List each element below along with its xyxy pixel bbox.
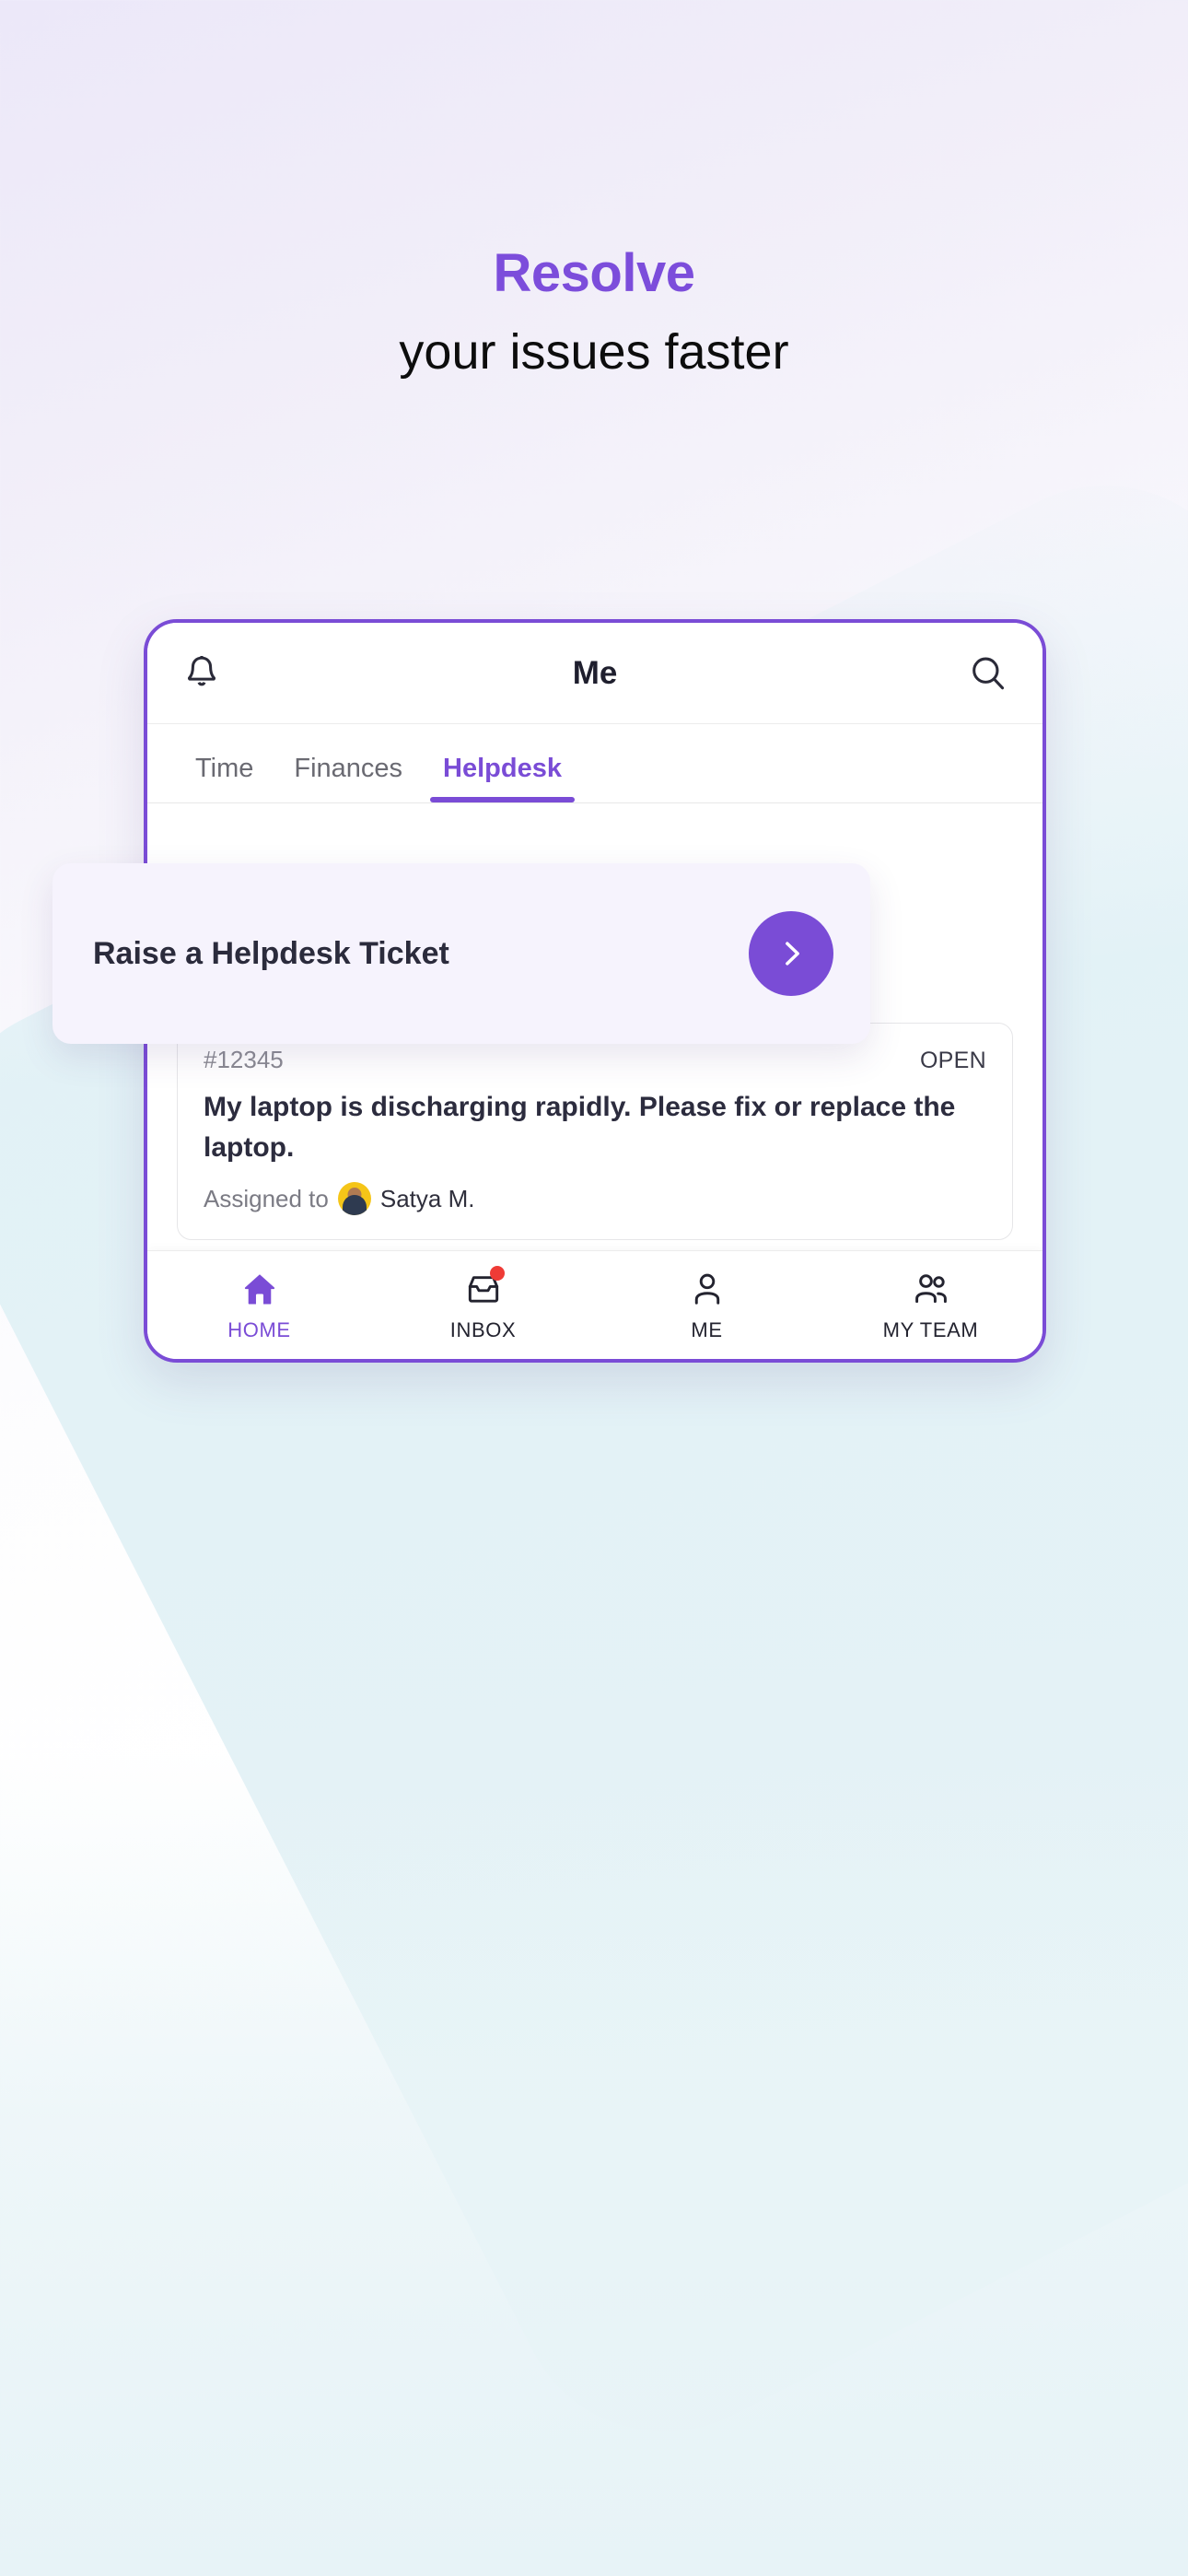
avatar [337,1182,371,1215]
background-bottom-gradient [0,1747,1188,2576]
tab-bar: Time Finances Helpdesk [147,724,1042,803]
inbox-icon [463,1265,505,1309]
assignee-name: Satya M. [379,1184,475,1212]
nav-item-me[interactable]: ME [595,1269,819,1342]
ticket-assignee-row: Assigned to Satya M. [204,1182,986,1215]
page-title: Me [572,654,618,691]
app-header: Me [147,623,1042,724]
bottom-navigation: HOME INBOX ME MY TEAM [147,1250,1042,1359]
table-row[interactable]: #12345 OPEN My laptop is discharging rap… [177,1023,1013,1240]
nav-item-inbox[interactable]: INBOX [371,1265,595,1342]
nav-item-home[interactable]: HOME [147,1269,371,1342]
ticket-id: #12345 [204,1046,284,1073]
promo-headline: Resolve your issues faster [0,243,1188,380]
nav-label: ME [691,1317,723,1341]
tab-finances[interactable]: Finances [274,754,423,802]
headline-line-1: Resolve [493,243,695,303]
tab-helpdesk[interactable]: Helpdesk [423,754,582,802]
home-icon [239,1269,280,1309]
nav-label: INBOX [449,1317,517,1341]
status-badge: OPEN [919,1048,986,1073]
raise-ticket-card[interactable]: Raise a Helpdesk Ticket [52,863,870,1044]
nav-label: HOME [227,1317,291,1341]
chevron-right-icon [786,942,799,966]
person-icon [687,1269,728,1309]
headline-line-2: your issues faster [399,324,789,380]
notification-badge [489,1265,505,1281]
assigned-to-label: Assigned to [204,1184,329,1212]
ticket-header-row: #12345 OPEN [204,1046,986,1074]
search-icon[interactable] [967,652,1009,695]
ticket-title: My laptop is discharging rapidly. Please… [204,1092,956,1163]
raise-ticket-label: Raise a Helpdesk Ticket [93,935,449,971]
raise-ticket-button[interactable] [749,911,833,996]
tab-time[interactable]: Time [175,754,274,802]
nav-item-my-team[interactable]: MY TEAM [819,1269,1042,1342]
bell-icon[interactable] [181,652,223,695]
nav-label: MY TEAM [882,1317,979,1341]
people-icon [911,1269,951,1309]
